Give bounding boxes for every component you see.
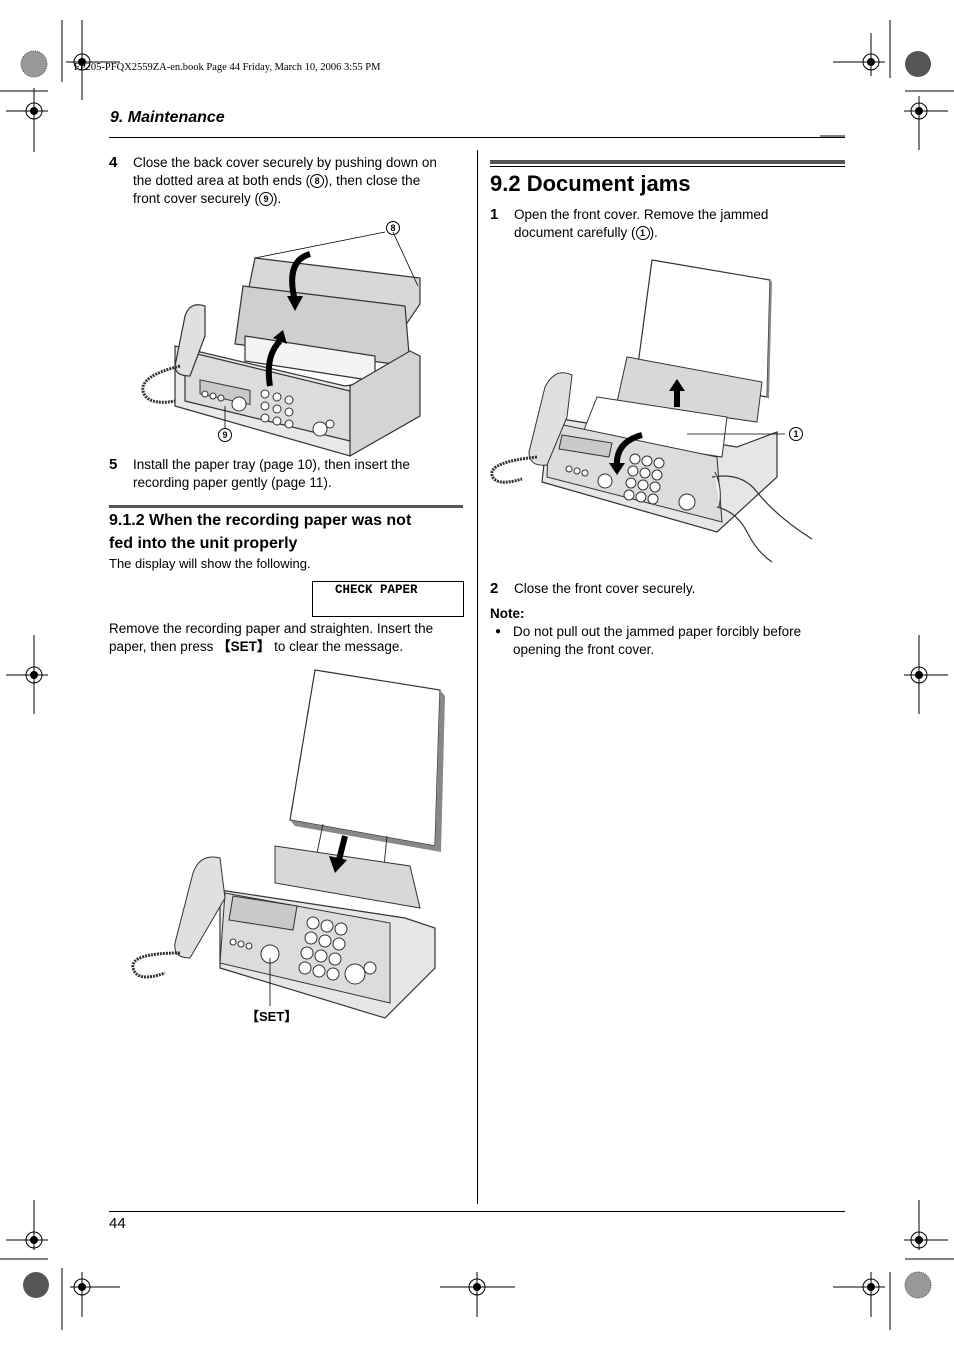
step-text: Close the front cover securely. [514,581,696,596]
lcd-display-box: CHECK PAPER [312,581,464,617]
callout-8: 8 [310,174,325,188]
column-divider [477,150,478,1204]
section-rule-thick [490,160,845,164]
set-key-label: 【SET】 [217,639,271,654]
step-text: Open the front cover. Remove the jammed … [514,207,769,240]
fax-insert-paper-illustration [131,669,445,1019]
step-number: 4 [109,154,118,171]
bullet-icon: ● [495,626,502,637]
section-rule-thin [490,166,845,167]
step-1: 1 Open the front cover. Remove the jamme… [490,206,845,244]
fax-remove-jammed-document-illustration [490,259,813,563]
fax-open-covers-illustration [141,231,421,458]
section-header: 9. Maintenance [110,109,225,126]
figure1-callout-9: 9 [218,428,232,442]
step-text: Install the paper tray (page 10), then i… [133,457,410,490]
callout-1: 1 [635,226,650,240]
footer-rule [109,1211,845,1212]
step-text: Close the back cover securely by pushing… [133,155,437,206]
page-number: 44 [109,1215,126,1232]
note-label: Note: [490,606,525,621]
callout-9: 9 [259,192,274,206]
step-2: 2 Close the front cover securely. [490,580,845,600]
step-number: 2 [490,580,499,597]
book-info-line: FP205-PFQX2559ZA-en.book Page 44 Friday,… [74,62,381,73]
section-title: 9.2 Document jams [490,171,691,196]
figure3-callout-1: 1 [789,427,803,441]
step-number: 5 [109,456,118,473]
figure1-callout-8: 8 [386,221,400,235]
step-5: 5 Install the paper tray (page 10), then… [109,456,469,494]
display-intro: The display will show the following. [109,556,311,571]
subsection-title: 9.1.2 When the recording paper was not f… [109,512,412,552]
lcd-display-text: CHECK PAPER [335,583,418,597]
step-4: 4 Close the back cover securely by pushi… [109,154,469,210]
set-button-callout: 【SET】 [246,1009,298,1024]
recording-paper-instruction: Remove the recording paper and straighte… [109,621,434,654]
subsection-rule [109,505,463,508]
step-number: 1 [490,206,499,223]
header-rule [109,137,845,138]
note-item: ● Do not pull out the jammed paper forci… [495,624,802,657]
